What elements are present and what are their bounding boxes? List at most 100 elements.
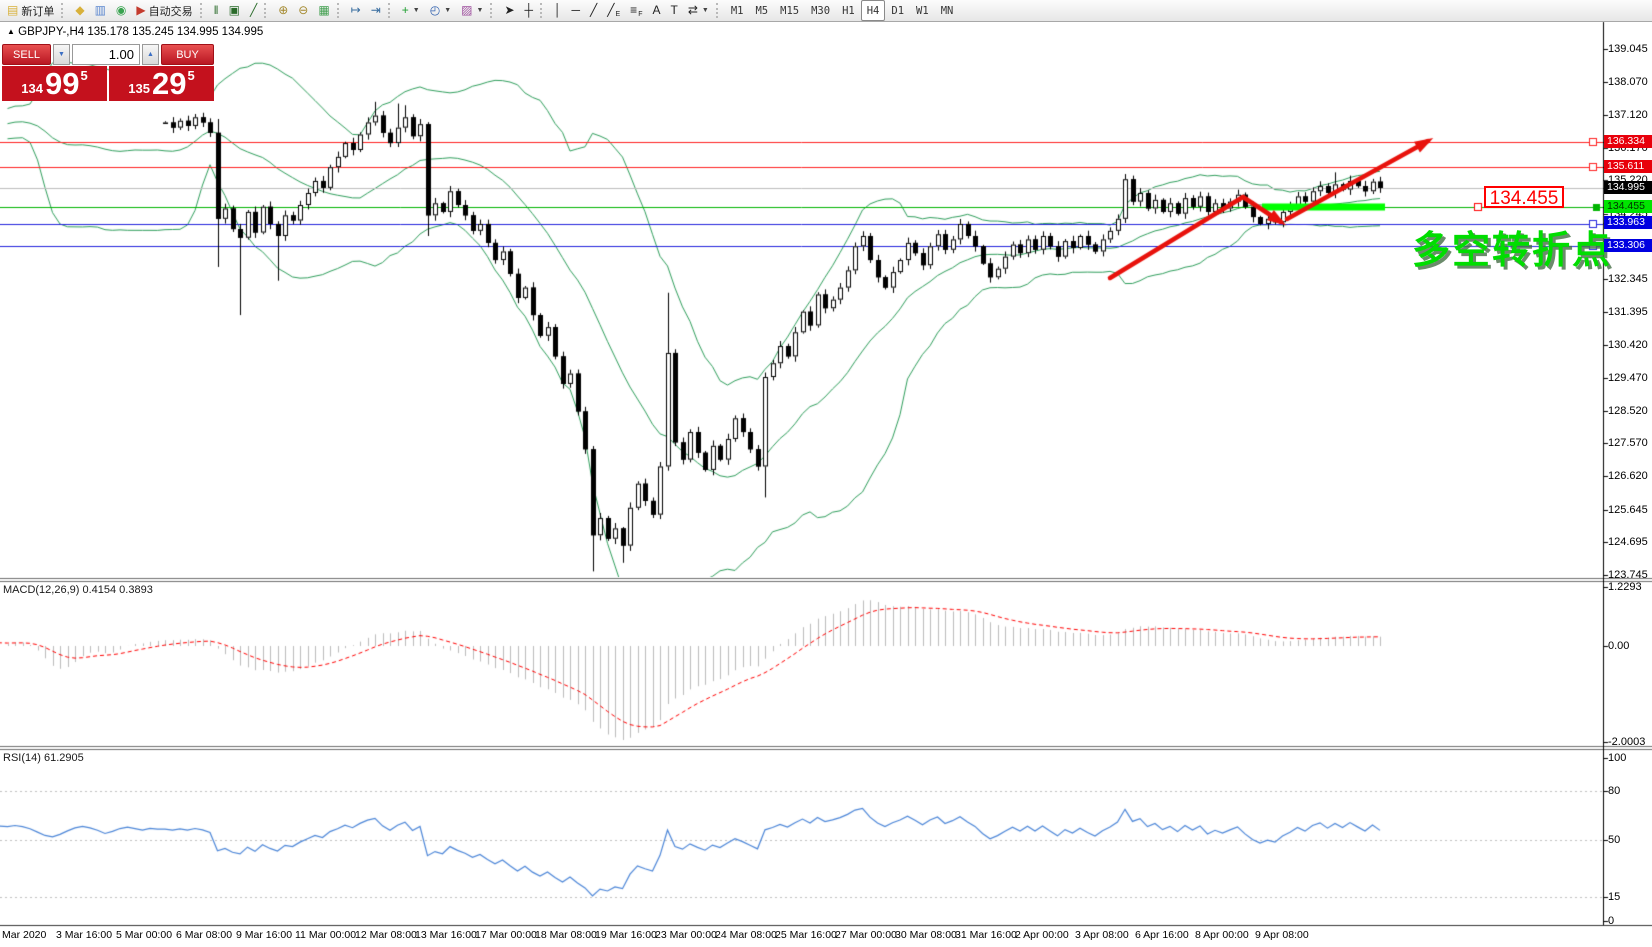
toolbar-grip <box>716 3 721 18</box>
volume-input[interactable] <box>72 44 140 65</box>
tile-windows-icon: ▦ <box>318 1 329 20</box>
candlestick-mode-icon: ▣ <box>229 1 240 20</box>
sell-button[interactable]: SELL <box>2 44 51 65</box>
indicators-icon: + <box>402 1 409 20</box>
new-order-label: 新订单 <box>21 3 54 19</box>
price-line-badge: 134.995 <box>1604 181 1652 194</box>
main-toolbar: ▤新订单◆▥◉▶自动交易‖▣╱⊕⊖▦↦⇥+▼◴▼▨▼➤┼│─╱╱E≡FAT⇄▼M… <box>0 0 1652 22</box>
auto-scroll-button[interactable]: ↦ <box>346 0 366 21</box>
buy-price-point: 5 <box>187 68 194 83</box>
price-axis-label: 127.570 <box>1608 437 1648 449</box>
sell-price-point: 5 <box>80 68 87 83</box>
one-click-trading-panel: SELL ▼ ▲ BUY 134995 135295 <box>2 44 214 101</box>
date-axis-label: 12 Mar 08:00 <box>355 929 417 941</box>
date-axis-label: 8 Apr 00:00 <box>1195 929 1249 941</box>
volume-down-button[interactable]: ▼ <box>53 44 70 65</box>
fibonacci-button[interactable]: ≡F <box>625 0 647 21</box>
timeframe-button-d1[interactable]: D1 <box>885 0 910 21</box>
toolbar-grip <box>337 3 342 18</box>
cursor-button[interactable]: ➤ <box>499 0 519 21</box>
text-button[interactable]: A <box>647 0 665 21</box>
chart-canvas[interactable] <box>0 0 1652 947</box>
date-axis-label: 30 Mar 08:00 <box>895 929 957 941</box>
buy-button[interactable]: BUY <box>161 44 214 65</box>
rsi-axis-label: 0 <box>1608 915 1614 927</box>
text-icon: A <box>652 1 660 20</box>
autotrading-label: 自动交易 <box>149 3 193 19</box>
toolbar-grip <box>200 3 205 18</box>
signals-icon: ◉ <box>116 1 126 20</box>
bar-chart-mode-button[interactable]: ‖ <box>209 0 224 21</box>
timeframe-button-m30[interactable]: M30 <box>805 0 836 21</box>
macd-axis-label: 0.00 <box>1608 640 1629 652</box>
date-axis-label: 9 Mar 16:00 <box>236 929 292 941</box>
dropdown-arrow-icon: ▼ <box>444 7 451 14</box>
market-windows-button[interactable]: ▥ <box>90 0 111 21</box>
price-axis-label: 125.645 <box>1608 504 1648 516</box>
tile-windows-button[interactable]: ▦ <box>313 0 334 21</box>
arrows-tool-button[interactable]: ⇄▼ <box>683 0 714 21</box>
rsi-axis-label: 100 <box>1608 752 1626 764</box>
buy-price-pips: 29 <box>152 67 186 100</box>
rsi-label: RSI(14) 61.2905 <box>3 752 84 764</box>
equidistant-channel-icon: ╱ <box>607 1 614 20</box>
auto-scroll-icon: ↦ <box>351 1 361 20</box>
trendline-icon: ╱ <box>590 1 597 20</box>
price-line-badge: 136.334 <box>1604 135 1652 148</box>
dropdown-arrow-icon: ▼ <box>413 7 420 14</box>
equidistant-channel-button[interactable]: ╱E <box>602 0 625 21</box>
timeframe-button-m5[interactable]: M5 <box>749 0 774 21</box>
date-axis-label: 3 Apr 08:00 <box>1075 929 1129 941</box>
horizontal-line-button[interactable]: ─ <box>567 0 586 21</box>
date-axis-label: 13 Mar 16:00 <box>415 929 477 941</box>
candlestick-mode-button[interactable]: ▣ <box>224 0 245 21</box>
indicators-button[interactable]: +▼ <box>397 0 425 21</box>
chart-shift-button[interactable]: ⇥ <box>366 0 386 21</box>
templates-icon: ▨ <box>461 1 472 20</box>
vertical-line-button[interactable]: │ <box>549 0 567 21</box>
date-axis-label: 19 Mar 16:00 <box>595 929 657 941</box>
arrows-tool-icon: ⇄ <box>688 1 698 20</box>
zoom-in-button[interactable]: ⊕ <box>273 0 293 21</box>
templates-button[interactable]: ▨▼ <box>456 0 488 21</box>
symbol-marker-icon: ▲ <box>7 27 15 36</box>
date-axis-label: 2 Apr 00:00 <box>1015 929 1069 941</box>
price-axis-label: 124.695 <box>1608 536 1648 548</box>
layers-button[interactable]: ◆ <box>70 0 89 21</box>
date-axis-label: Mar 2020 <box>2 929 46 941</box>
trendline-button[interactable]: ╱ <box>585 0 602 21</box>
toolbar-grip <box>540 3 545 18</box>
periods-button[interactable]: ◴▼ <box>425 0 456 21</box>
buy-price-display[interactable]: 135295 <box>109 66 214 101</box>
autotrading-button[interactable]: ▶自动交易 <box>131 0 197 21</box>
horizontal-line-icon: ─ <box>572 1 581 20</box>
layers-icon: ◆ <box>75 1 84 20</box>
volume-up-button[interactable]: ▲ <box>142 44 159 65</box>
zoom-out-icon: ⊖ <box>298 1 308 20</box>
fibonacci-icon: ≡ <box>630 1 637 20</box>
tool-sub-letter: F <box>638 10 642 20</box>
crosshair-button[interactable]: ┼ <box>520 0 539 21</box>
crosshair-icon: ┼ <box>525 1 534 20</box>
timeframe-button-m15[interactable]: M15 <box>774 0 805 21</box>
timeframe-button-h4[interactable]: H4 <box>861 0 886 21</box>
line-chart-mode-icon: ╱ <box>250 1 257 20</box>
toolbar-grip <box>490 3 495 18</box>
price-annotation-box[interactable]: 134.455 <box>1484 186 1564 208</box>
date-axis-label: 27 Mar 00:00 <box>835 929 897 941</box>
text-label-button[interactable]: T <box>665 0 682 21</box>
zoom-out-button[interactable]: ⊖ <box>293 0 313 21</box>
timeframe-button-w1[interactable]: W1 <box>910 0 935 21</box>
sell-price-display[interactable]: 134995 <box>2 66 107 101</box>
line-chart-mode-button[interactable]: ╱ <box>245 0 262 21</box>
toolbar-grip <box>388 3 393 18</box>
price-axis-label: 129.470 <box>1608 372 1648 384</box>
date-axis-label: 24 Mar 08:00 <box>715 929 777 941</box>
pivot-point-annotation[interactable]: 多空转折点 <box>1412 219 1612 274</box>
timeframe-button-mn[interactable]: MN <box>935 0 960 21</box>
timeframe-button-h1[interactable]: H1 <box>836 0 861 21</box>
date-axis-label: 25 Mar 16:00 <box>775 929 837 941</box>
new-order-button[interactable]: ▤新订单 <box>2 0 59 21</box>
signals-button[interactable]: ◉ <box>111 0 131 21</box>
timeframe-button-m1[interactable]: M1 <box>725 0 750 21</box>
